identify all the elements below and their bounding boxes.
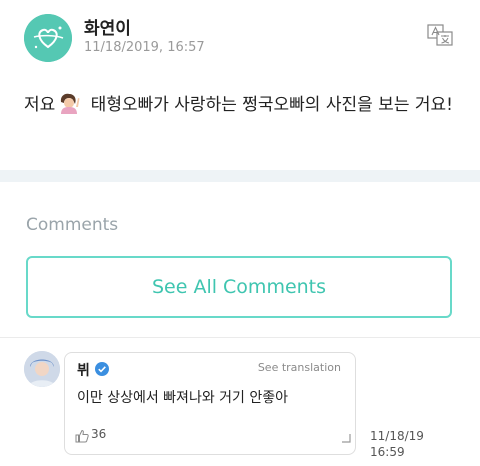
post-text: 저요 태형오빠가 사랑하는 쩡국오빠의 사진을 보는 거요! <box>24 90 464 120</box>
post-card: 화연이 11/18/2019, 16:57 저요 태형오빠가 사랑하는 쩡국오빠… <box>0 0 480 170</box>
like-count: 36 <box>91 427 107 441</box>
comments-separator <box>0 337 480 338</box>
verified-badge-icon <box>95 361 109 376</box>
comment-timestamp: 11/18/19 16:59 <box>370 428 424 460</box>
comment-time: 16:59 <box>370 445 405 459</box>
comment-date: 11/18/19 <box>370 429 424 443</box>
author-avatar[interactable] <box>24 14 72 62</box>
person-raising-hand-emoji-icon <box>57 92 81 114</box>
post-text-start: 저요 <box>24 95 56 115</box>
post-author-name[interactable]: 화연이 <box>84 14 131 39</box>
comment-text: 이만 상상에서 빠져나와 거기 안좋아 <box>77 390 288 406</box>
post-date: 11/18/2019, 16:57 <box>84 40 205 55</box>
see-translation-link[interactable]: See translation <box>258 361 341 374</box>
thumbs-up-icon[interactable] <box>75 428 89 443</box>
comment-author-avatar[interactable] <box>24 351 60 387</box>
heart-logo-icon <box>24 14 72 62</box>
comments-heading: Comments <box>26 215 119 235</box>
comment-author-name[interactable]: 뷔 <box>77 360 90 380</box>
post-text-rest: 태형오빠가 사랑하는 쩡국오빠의 사진을 보는 거요! <box>85 95 453 115</box>
section-divider <box>0 170 480 182</box>
comments-section: Comments See All Comments 뷔 See translat… <box>0 182 480 466</box>
comment-bubble: 뷔 See translation 이만 상상에서 빠져나와 거기 안좋아 36 <box>64 352 356 455</box>
user-avatar-photo <box>24 351 60 387</box>
see-all-comments-button[interactable]: See All Comments <box>26 256 452 318</box>
translate-icon[interactable] <box>427 24 453 46</box>
reply-corner-icon[interactable] <box>341 429 351 443</box>
